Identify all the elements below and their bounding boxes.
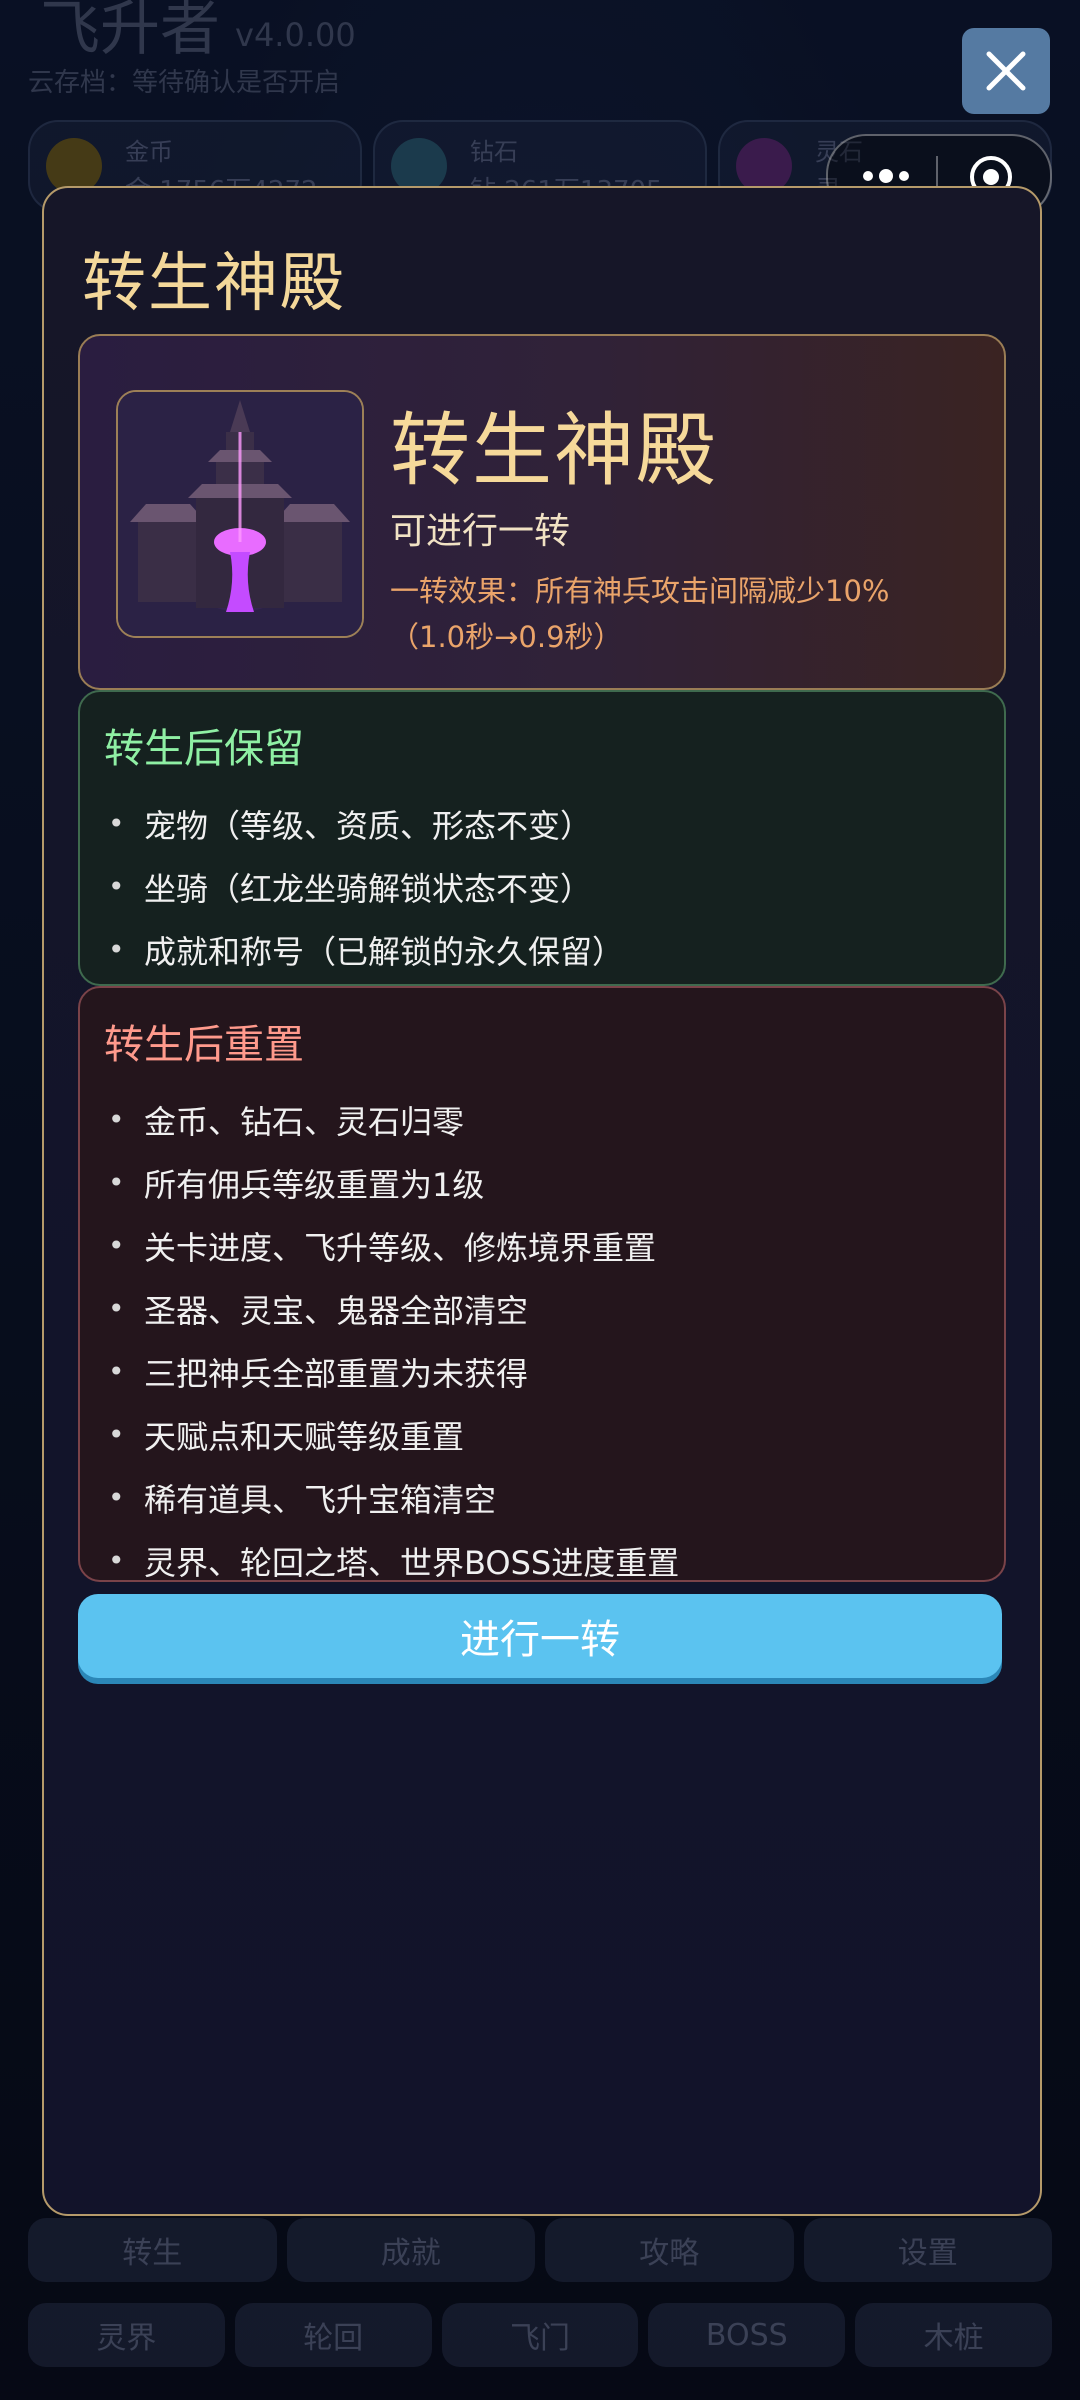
keep-after-rebirth-section: 转生后保留 • 宠物（等级、资质、形态不变） • 坐骑（红龙坐骑解锁状态不变） • 成… (78, 690, 1006, 986)
section-title: 转生后保留 (104, 726, 304, 772)
list-item: • 宠物（等级、资质、形态不变） (108, 806, 593, 845)
temple-image (116, 390, 364, 638)
list-item: • 三把神兵全部重置为未获得 (108, 1354, 529, 1393)
list-item: • 灵界、轮回之塔、世界BOSS进度重置 (108, 1543, 680, 1582)
list-item: • 成就和称号（已解锁的永久保留） (108, 932, 625, 971)
list-item: • 关卡进度、飞升等级、修炼境界重置 (108, 1228, 657, 1267)
rebirth-effect-line: 一转效果：所有神兵攻击间隔减少10% (390, 574, 890, 608)
perform-rebirth-button[interactable]: 进行一转 (78, 1594, 1002, 1678)
rebirth-status: 可进行一转 (390, 511, 571, 552)
list-item: • 稀有道具、飞升宝箱清空 (108, 1480, 497, 1519)
list-item: • 金币、钻石、灵石归零 (108, 1102, 465, 1141)
temple-info-card: 转生神殿 可进行一转 一转效果：所有神兵攻击间隔减少10% （1.0秒→0.9秒… (78, 334, 1006, 690)
list-item: • 天赋点和天赋等级重置 (108, 1417, 465, 1456)
temple-name: 转生神殿 (390, 404, 718, 497)
rebirth-effect-detail: （1.0秒→0.9秒） (390, 620, 623, 654)
list-item: • 坐骑（红龙坐骑解锁状态不变） (108, 869, 593, 908)
modal-title: 转生神殿 (82, 247, 346, 321)
close-icon (986, 51, 1026, 91)
list-item: • 所有佣兵等级重置为1级 (108, 1165, 485, 1204)
reset-after-rebirth-section: 转生后重置 • 金币、钻石、灵石归零 • 所有佣兵等级重置为1级 • 关卡进度、飞升等… (78, 986, 1006, 1582)
rebirth-temple-modal: 转生神殿 转生神殿 可进行一转 一转效果：所有神兵攻击间隔减少10% （1.0秒… (42, 186, 1042, 2216)
rebirth-effect: 一转效果：所有神兵攻击间隔减少10% （1.0秒→0.9秒） (390, 568, 980, 660)
close-button[interactable] (962, 28, 1050, 114)
list-item: • 圣器、灵宝、鬼器全部清空 (108, 1291, 529, 1330)
section-title: 转生后重置 (104, 1022, 304, 1068)
